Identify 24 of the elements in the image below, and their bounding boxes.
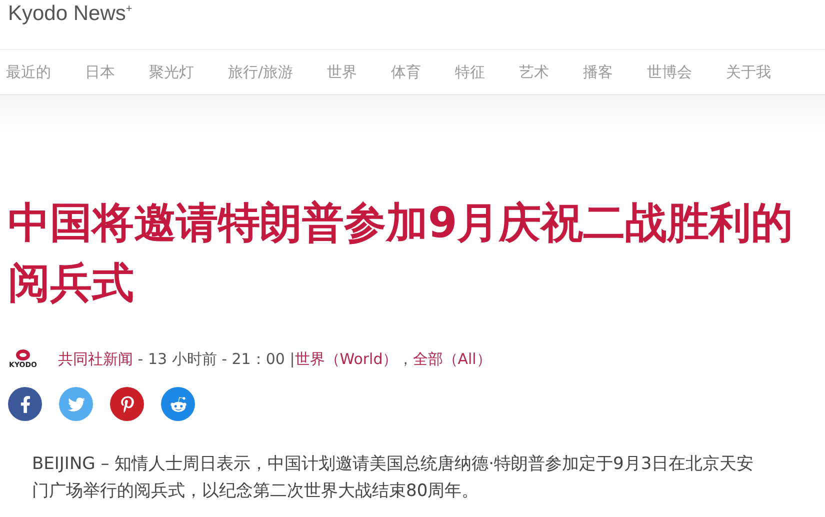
reddit-button[interactable]: [161, 387, 195, 421]
nav-link[interactable]: 关于我: [726, 62, 772, 82]
reddit-icon: [170, 396, 186, 412]
nav-link[interactable]: 体育: [391, 62, 422, 82]
nav-link[interactable]: 艺术: [519, 62, 550, 82]
nav-link[interactable]: 聚光灯: [149, 62, 194, 82]
twitter-icon: [68, 396, 84, 412]
article-paragraph: BEIJING – 知情人士周日表示，中国计划邀请美国总统唐纳德·特朗普参加定于9月3日在北京天安门广场举行的阅兵式，以纪念第二次世界大战结束80周年。: [32, 453, 755, 503]
nav-link[interactable]: 旅行/旅游: [228, 62, 294, 82]
article-title: 中国将邀请特朗普参加9月庆祝二战胜利的阅兵式: [8, 197, 794, 309]
nav-link[interactable]: 日本: [85, 62, 115, 82]
facebook-button[interactable]: [8, 387, 42, 421]
nav-link[interactable]: 最近的: [6, 62, 51, 82]
nav-link[interactable]: 播客: [583, 62, 614, 82]
nav-link[interactable]: 特征: [455, 62, 486, 82]
nav-link[interactable]: 世博会: [647, 62, 692, 82]
tag-link[interactable]: 全部（All）: [412, 350, 492, 368]
site-logo[interactable]: Kyodo News$^{+}$: [8, 2, 132, 26]
article-meta: 共同社新闻 - 13 小时前 - 21：00 |世界（World），全部（All）: [58, 350, 492, 368]
pinterest-icon: [118, 396, 136, 412]
category-link[interactable]: 世界（World）: [294, 350, 398, 368]
nav-link[interactable]: 世界: [327, 62, 358, 82]
pinterest-button[interactable]: [110, 387, 144, 421]
source-link[interactable]: 共同社新闻: [58, 350, 133, 368]
